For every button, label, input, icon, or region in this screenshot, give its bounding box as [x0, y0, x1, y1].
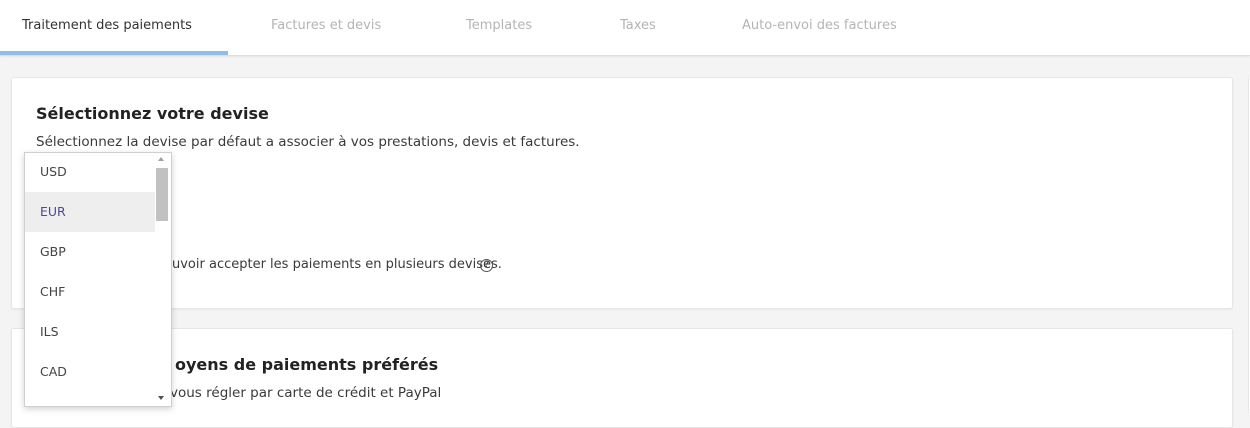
dropdown-scrollbar[interactable]: [155, 153, 171, 406]
payment-methods-card: oyens de paiements préférés vous régler …: [11, 328, 1233, 428]
currency-option-ils[interactable]: ILS: [25, 312, 155, 352]
active-tab-indicator: [0, 51, 228, 55]
scroll-thumb[interactable]: [156, 168, 168, 221]
currency-option-eur[interactable]: EUR: [25, 192, 155, 232]
currency-option-cad[interactable]: CAD: [25, 352, 155, 392]
currency-card-title: Sélectionnez votre devise: [36, 104, 269, 123]
tab-templates[interactable]: Templates: [466, 0, 532, 54]
currency-dropdown-list[interactable]: USD EUR GBP CHF ILS CAD: [24, 152, 172, 407]
currency-card: Sélectionnez votre devise Sélectionnez l…: [11, 77, 1233, 309]
tab-auto-send-invoices[interactable]: Auto-envoi des factures: [742, 0, 897, 54]
currency-option-chf[interactable]: CHF: [25, 272, 155, 312]
currency-option-gbp[interactable]: GBP: [25, 232, 155, 272]
tab-payment-processing[interactable]: Traitement des paiements: [22, 0, 192, 54]
payment-methods-title: oyens de paiements préférés: [175, 355, 439, 374]
tab-invoices-quotes[interactable]: Factures et devis: [271, 0, 381, 54]
question-circle-icon[interactable]: ?: [480, 259, 493, 272]
currency-option-usd[interactable]: USD: [25, 153, 155, 192]
tab-taxes[interactable]: Taxes: [620, 0, 656, 54]
multi-currency-text: uvoir accepter les paiements en plusieur…: [172, 257, 502, 272]
scroll-down-arrow-icon[interactable]: [158, 396, 164, 400]
scroll-up-arrow-icon[interactable]: [158, 157, 164, 161]
tab-bar: Traitement des paiements Factures et dev…: [0, 0, 1250, 56]
currency-card-description: Sélectionnez la devise par défaut a asso…: [36, 134, 580, 150]
payment-methods-description: vous régler par carte de crédit et PayPa…: [170, 385, 442, 401]
